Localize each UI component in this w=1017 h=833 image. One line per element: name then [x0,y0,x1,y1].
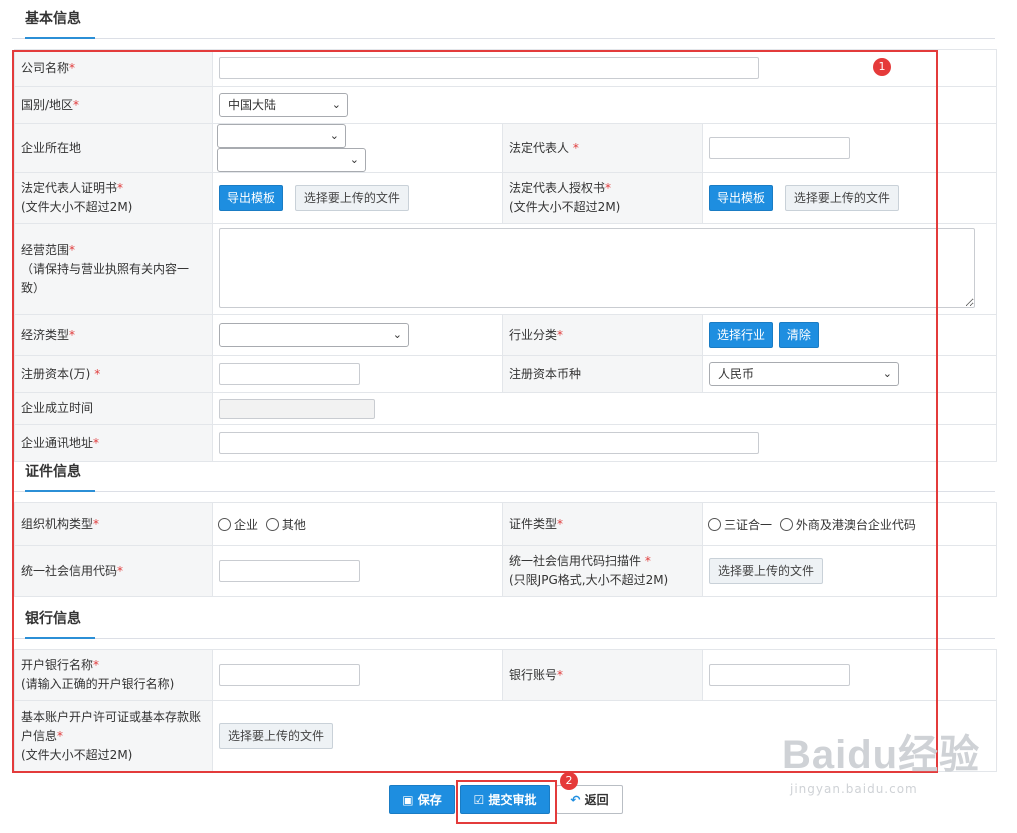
section-title-certificate: 证件信息 [25,461,95,492]
chevron-down-icon: ⌄ [392,328,402,341]
economic-type-select[interactable]: ⌄ [219,323,409,347]
business-scope-textarea[interactable] [219,227,975,308]
credit-code-input[interactable] [219,560,360,582]
org-type-radio-company[interactable]: 企业 [218,517,258,532]
cert-type-radio-three-in-one[interactable]: 三证合一 [708,517,772,532]
choose-file-button[interactable]: 选择要上传的文件 [784,185,899,211]
location-label: 企业所在地 [14,123,213,173]
legal-rep-input[interactable] [709,137,850,159]
org-type-label: 组织机构类型* [14,502,213,546]
row-economic-type: 经济类型* ⌄ 行业分类* 选择行业 清除 [14,314,998,356]
cert-type-radio-foreign[interactable]: 外商及港澳台企业代码 [779,517,916,532]
row-org-type: 组织机构类型* 企业 其他 证件类型* 三证合一 外商及港澳台企业代码 [14,502,997,546]
credit-scan-label: 统一社会信用代码扫描件 * (只限JPG格式,大小不超过2M) [502,545,703,597]
reg-capital-label: 注册资本(万) * [14,355,213,393]
certificate-form: 组织机构类型* 企业 其他 证件类型* 三证合一 外商及港澳台企业代码 统一社会… [14,502,997,597]
chevron-down-icon: ⌄ [331,98,341,111]
bank-name-label: 开户银行名称* (请输入正确的开户银行名称) [14,649,213,701]
org-type-radio-other[interactable]: 其他 [265,517,306,532]
radio-icon [708,517,721,531]
step-badge-2: 2 [560,772,578,790]
account-label: 银行账号* [502,649,703,701]
row-business-scope: 经营范围* （请保持与营业执照有关内容一致） [14,223,998,315]
legal-rep-cert-label: 法定代表人证明书* (文件大小不超过2M) [14,172,213,224]
choose-file-button[interactable]: 选择要上传的文件 [219,723,334,749]
country-label: 国别/地区* [14,86,213,124]
industry-label: 行业分类* [502,314,703,356]
country-select[interactable]: 中国大陆 ⌄ [219,93,348,117]
baidu-watermark: Baidu经验 jingyan.baidu.com [782,722,980,796]
address-input[interactable] [219,432,759,454]
cert-type-label: 证件类型* [502,502,703,546]
row-legal-cert: 法定代表人证明书* (文件大小不超过2M) 导出模板 选择要上传的文件 法定代表人… [14,172,998,224]
row-company-name: 公司名称* [14,49,998,87]
step-badge-1: 1 [873,58,891,76]
bank-account-input[interactable] [709,664,850,686]
row-reg-capital: 注册资本(万) * 注册资本币种 人民币 ⌄ [14,355,998,393]
legal-rep-label: 法定代表人 * [502,123,703,173]
clear-industry-button[interactable]: 清除 [778,322,819,348]
row-location: 企业所在地 ⌄ ⌄ 法定代表人 * [14,123,998,173]
city-select[interactable]: ⌄ [217,148,366,172]
credit-code-label: 统一社会信用代码* [14,545,213,597]
chevron-down-icon: ⌄ [882,367,892,380]
export-template-button[interactable]: 导出模板 [709,185,774,211]
section-header-bank: 银行信息 [12,600,995,639]
row-established: 企业成立时间 [14,392,998,425]
section-header-basic: 基本信息 [12,0,995,39]
company-name-input[interactable] [219,57,759,79]
watermark-brand: Baidu经验 [782,733,981,777]
bank-name-input[interactable] [219,664,360,686]
legal-rep-auth-label: 法定代表人授权书* (文件大小不超过2M) [502,172,703,224]
province-select[interactable]: ⌄ [217,124,346,148]
checkbox-edit-icon: ☑ [473,793,485,807]
basic-info-form: 公司名称* 国别/地区* 中国大陆 ⌄ 企业所在地 ⌄ ⌄ 法定代表人 * 法定代… [14,49,998,462]
section-header-certificate: 证件信息 [12,453,995,492]
permit-label: 基本账户开户许可证或基本存款账户信息* (文件大小不超过2M) [14,700,213,772]
company-name-label: 公司名称* [14,49,213,87]
reg-capital-input[interactable] [219,363,360,385]
established-date-input[interactable] [219,398,375,419]
radio-icon [218,517,231,531]
reg-currency-select[interactable]: 人民币 ⌄ [709,362,899,386]
row-country: 国别/地区* 中国大陆 ⌄ [14,86,998,124]
submit-approval-button[interactable]: ☑ 提交审批 [460,785,550,814]
radio-icon [265,517,279,531]
row-credit-code: 统一社会信用代码* 统一社会信用代码扫描件 * (只限JPG格式,大小不超过2M)… [14,545,997,597]
watermark-url: jingyan.baidu.com [790,782,918,796]
radio-icon [779,517,793,531]
export-template-button[interactable]: 导出模板 [219,185,284,211]
business-scope-label: 经营范围* （请保持与营业执照有关内容一致） [14,223,213,315]
row-bank-name: 开户银行名称* (请输入正确的开户银行名称) 银行账号* [14,649,997,701]
chevron-down-icon: ⌄ [349,153,359,166]
section-title-basic: 基本信息 [25,8,95,39]
choose-industry-button[interactable]: 选择行业 [709,322,774,348]
choose-file-button[interactable]: 选择要上传的文件 [294,185,409,211]
undo-arrow-icon: ↶ [570,793,581,807]
section-title-bank: 银行信息 [25,608,95,639]
save-icon: ▣ [402,793,414,807]
economic-type-label: 经济类型* [14,314,213,356]
chevron-down-icon: ⌄ [329,129,339,142]
established-label: 企业成立时间 [14,392,213,425]
choose-file-button[interactable]: 选择要上传的文件 [709,558,824,584]
save-button[interactable]: ▣ 保存 [389,785,455,814]
reg-currency-label: 注册资本币种 [502,355,703,393]
